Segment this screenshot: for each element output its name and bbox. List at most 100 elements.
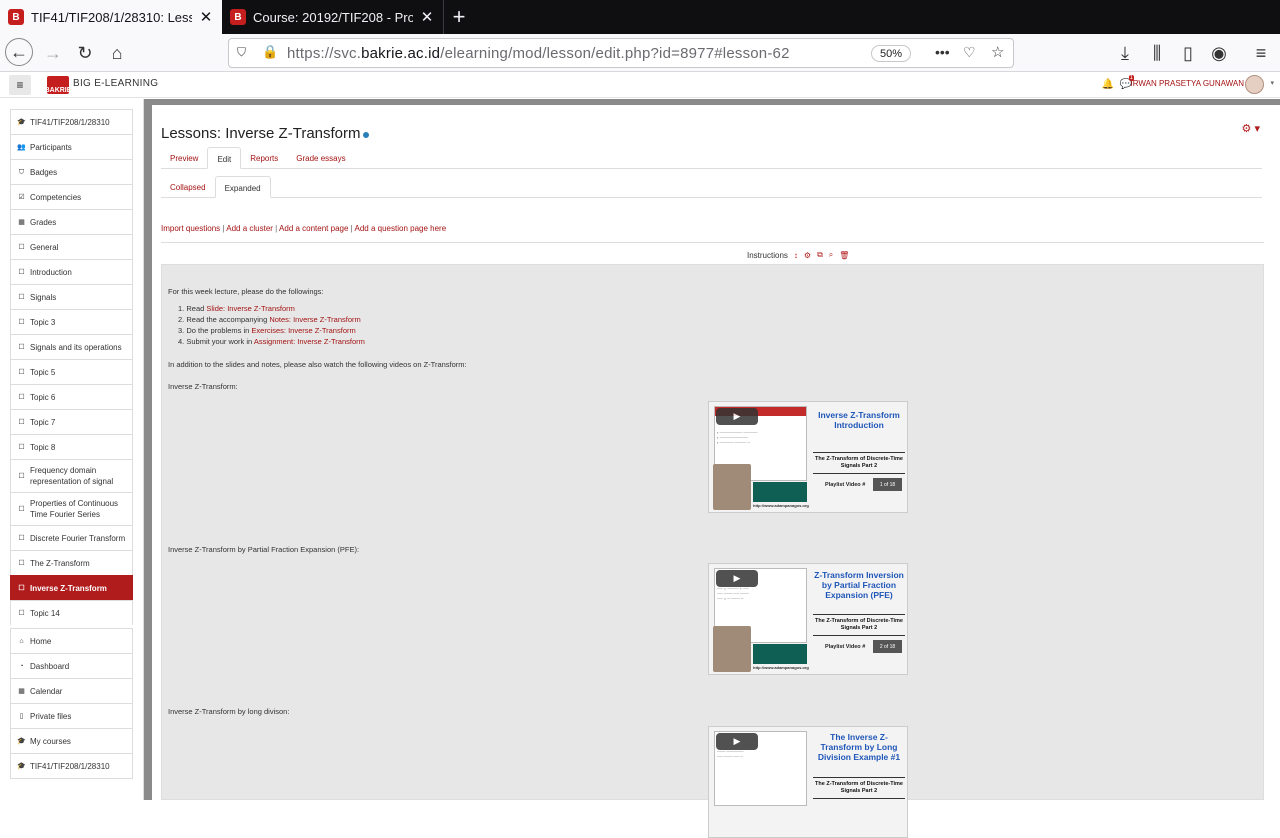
add-content-page-link[interactable]: Add a content page	[279, 224, 348, 233]
back-arrow-icon[interactable]: ←	[5, 38, 33, 66]
bookmark-star-icon[interactable]: ☆	[991, 43, 1004, 61]
sidebar-item-signals[interactable]: ☐ Signals	[10, 284, 133, 309]
add-question-page-link[interactable]: Add a question page here	[355, 224, 447, 233]
video-title: The Inverse Z-Transform by Long Division…	[817, 732, 901, 762]
url-text[interactable]: https://svc.bakrie.ac.id/elearning/mod/l…	[287, 45, 790, 62]
sidebar-item-private-files[interactable]: ▯ Private files	[10, 703, 133, 728]
reload-icon[interactable]: ↻	[70, 38, 100, 68]
sidebar-item-my-courses[interactable]: 🎓 My courses	[10, 728, 133, 753]
settings-gear-icon[interactable]: ⚙ ▾	[1242, 122, 1260, 135]
sidebar-toggle-icon[interactable]: ▯	[1173, 38, 1203, 68]
site-favicon-icon: B	[230, 9, 246, 25]
close-tab-icon[interactable]: ✕	[198, 8, 214, 26]
sidebar-item-properties-of-continuous-time-fourier-series[interactable]: ☐ Properties of Continuous Time Fourier S…	[10, 492, 133, 525]
zoom-level[interactable]: 50%	[871, 45, 911, 62]
menu-icon[interactable]: ≡	[1246, 38, 1276, 68]
tab-preview[interactable]: Preview	[161, 147, 207, 169]
help-icon[interactable]	[362, 132, 369, 138]
pocket-icon[interactable]: ♡	[963, 44, 976, 61]
playlist-label: Playlist Video #	[825, 482, 866, 488]
downloads-icon[interactable]: ⤓	[1110, 38, 1140, 68]
sidebar-item-general[interactable]: ☐ General	[10, 234, 133, 259]
video-caption: Inverse Z-Transform:	[168, 382, 238, 391]
sidebar-item-badges[interactable]: ⛉ Badges	[10, 159, 133, 184]
chevron-down-icon[interactable]: ▾	[1270, 79, 1274, 87]
forward-arrow-icon[interactable]: →	[38, 38, 68, 68]
sidebar-item-topic-3[interactable]: ☐ Topic 3	[10, 309, 133, 334]
play-icon[interactable]: ▶	[716, 570, 758, 587]
home-icon[interactable]: ⌂	[102, 38, 132, 68]
new-tab-button[interactable]: +	[444, 0, 474, 34]
lock-icon[interactable]: 🔒	[262, 44, 278, 60]
import-questions-link[interactable]: Import questions	[161, 224, 220, 233]
tab-collapsed[interactable]: Collapsed	[161, 176, 215, 198]
tracking-shield-icon[interactable]: ⛉	[237, 45, 246, 60]
sidebar-item-tif41-tif208-1-28310[interactable]: 🎓 TIF41/TIF208/1/28310	[10, 753, 133, 778]
list-item: 3. Do the problems in Exercises: Inverse…	[178, 326, 356, 335]
sidebar-item-the-z-transform[interactable]: ☐ The Z-Transform	[10, 550, 133, 575]
sidebar-item-topic-7[interactable]: ☐ Topic 7	[10, 409, 133, 434]
sidebar-item-discrete-fourier-transform[interactable]: ☐ Discrete Fourier Transform	[10, 525, 133, 550]
duplicate-icon[interactable]: ⧉	[817, 250, 823, 260]
preview-zoom-icon[interactable]: ⌕	[829, 250, 833, 260]
sidebar-item-calendar[interactable]: ▦ Calendar	[10, 678, 133, 703]
video-thumbnail[interactable]: ─── ────── ── ─── ── ─ ▶ The Inverse Z-Tr…	[708, 726, 908, 838]
play-icon[interactable]: ▶	[716, 733, 758, 750]
sidebar-item-dashboard[interactable]: ◔ Dashboard	[10, 653, 133, 678]
sidebar-item-label: Properties of Continuous Time Fourier Se…	[30, 499, 119, 519]
sidebar-item-topic-6[interactable]: ☐ Topic 6	[10, 384, 133, 409]
intro-text: For this week lecture, please do the fol…	[168, 287, 324, 296]
site-favicon-icon: B	[8, 9, 24, 25]
video-thumbnail[interactable]: ▪ ──────── ───── ▪ ────────── ▪ ───── ────…	[708, 401, 908, 513]
sidebar-item-home[interactable]: ⌂ Home	[10, 628, 133, 653]
presenter-image	[713, 626, 751, 672]
assignment-link[interactable]: Assignment: Inverse Z-Transform	[254, 337, 365, 346]
tab-expanded[interactable]: Expanded	[214, 176, 271, 198]
video-subtitle: The Z-Transform of Discrete-Time Signals…	[813, 452, 905, 474]
sidebar-item-inverse-z-transform[interactable]: ☐ Inverse Z-Transform	[10, 575, 133, 600]
sidebar-item-label: TIF41/TIF208/1/28310	[30, 761, 110, 771]
bell-icon[interactable]: 🔔	[1102, 79, 1114, 90]
sidebar-item-frequency-domain-representation-of-signal[interactable]: ☐ Frequency domain representation of sign…	[10, 459, 133, 492]
user-avatar[interactable]	[1245, 75, 1264, 94]
add-cluster-link[interactable]: Add a cluster	[226, 224, 273, 233]
sidebar-item-topic-5[interactable]: ☐ Topic 5	[10, 359, 133, 384]
sidebar-item-label: My courses	[30, 736, 71, 746]
hamburger-menu-icon[interactable]: ≡	[9, 75, 31, 95]
slide-link[interactable]: Slide: Inverse Z-Transform	[206, 304, 295, 313]
url-bar[interactable]: ⛉ 🔒 https://svc.bakrie.ac.id/elearning/m…	[228, 38, 1014, 68]
sidebar-item-competencies[interactable]: ☑ Competencies	[10, 184, 133, 209]
site-brand[interactable]: BIG E-LEARNING	[73, 78, 158, 89]
slide-lines: ▪ ──────── ───── ▪ ────────── ▪ ───── ────…	[717, 430, 758, 445]
bakrie-logo[interactable]: BAKRIE	[45, 76, 71, 94]
sidebar-item-tif41-tif208-1-28310[interactable]: 🎓 TIF41/TIF208/1/28310	[10, 109, 133, 134]
sidebar-item-topic-14[interactable]: ☐ Topic 14	[10, 600, 133, 625]
move-arrows-icon[interactable]: ↕	[794, 251, 798, 260]
exercises-link[interactable]: Exercises: Inverse Z-Transform	[251, 326, 355, 335]
sidebar-item-label: General	[30, 242, 59, 252]
sidebar-item-label: Frequency domain representation of signa…	[30, 466, 114, 486]
folder-icon: ☐	[18, 268, 25, 276]
page-actions-icon[interactable]: •••	[935, 44, 950, 60]
sidebar-item-grades[interactable]: ▦ Grades	[10, 209, 133, 234]
separator: |	[350, 224, 353, 233]
account-icon[interactable]: ◉	[1204, 38, 1234, 68]
user-name[interactable]: IRWAN PRASETYA GUNAWAN	[1131, 79, 1245, 88]
library-icon[interactable]: ⫼	[1142, 38, 1172, 68]
sidebar-item-introduction[interactable]: ☐ Introduction	[10, 259, 133, 284]
close-tab-icon[interactable]: ✕	[419, 8, 435, 26]
sidebar-item-label: Topic 8	[30, 442, 56, 452]
delete-trash-icon[interactable]: 🗑	[839, 251, 849, 260]
tab-grade-essays[interactable]: Grade essays	[287, 147, 354, 169]
sidebar-item-signals-and-its-operations[interactable]: ☐ Signals and its operations	[10, 334, 133, 359]
tab-edit[interactable]: Edit	[207, 147, 242, 169]
sidebar-item-topic-8[interactable]: ☐ Topic 8	[10, 434, 133, 459]
browser-tab-course[interactable]: B Course: 20192/TIF208 - Prose ✕	[222, 0, 444, 34]
video-thumbnail[interactable]: ── = ──── + ── ── ─── ── ─── ── = ─ ─── ─ …	[708, 563, 908, 675]
tab-reports[interactable]: Reports	[241, 147, 287, 169]
browser-tab-lesson[interactable]: B TIF41/TIF208/1/28310: Lesson ✕	[0, 0, 222, 34]
sidebar-item-participants[interactable]: 👥 Participants	[10, 134, 133, 159]
play-icon[interactable]: ▶	[716, 408, 758, 425]
edit-gear-icon[interactable]: ⚙	[804, 251, 811, 260]
notes-link[interactable]: Notes: Inverse Z-Transform	[269, 315, 360, 324]
